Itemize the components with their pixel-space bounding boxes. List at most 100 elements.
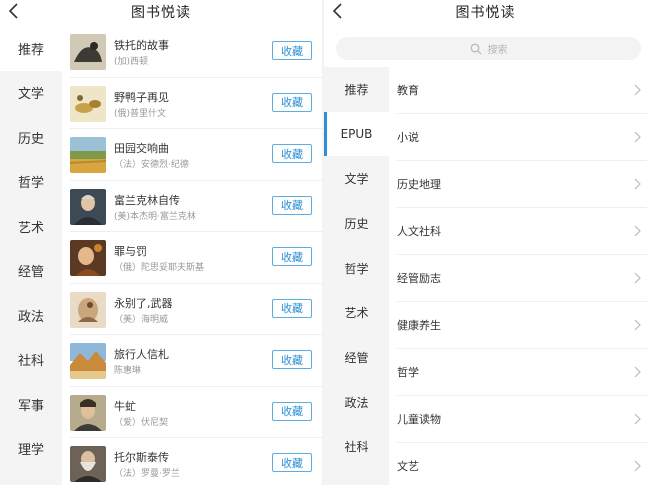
favorite-button[interactable]: 收藏 (272, 453, 312, 472)
subcategory-label: 文艺 (397, 460, 419, 473)
favorite-button[interactable]: 收藏 (272, 401, 312, 421)
book-title: 牛虻 (114, 399, 136, 413)
chevron-right-icon (633, 366, 641, 378)
search-input[interactable]: 搜索 (336, 37, 641, 60)
book-author: （爱）伏尼契 (114, 417, 169, 428)
cover-arms-icon (70, 291, 106, 328)
subcategory-label: 哲学 (397, 366, 419, 379)
cover-gadfly-icon (70, 394, 106, 431)
subcategory-label: 经管励志 (397, 272, 441, 285)
book-reading-recommend-screen: 图书悦读 推荐 文学 历史 哲学 艺术 经管 政法 社科 军事 理学 铁托的故事… (0, 0, 322, 485)
subcategory-label: 历史地理 (397, 178, 441, 191)
book-author: （俄）陀思妥耶夫斯基 (114, 263, 205, 273)
search-placeholder: 搜索 (487, 45, 508, 56)
sidebar-item-art[interactable]: 艺术 (0, 204, 62, 249)
list-item[interactable]: 旅行人信札 陈惠琳 收藏 (70, 335, 322, 387)
list-item[interactable]: 田园交响曲 （法）安德烈·纪德 收藏 (70, 129, 322, 181)
cover-field-icon (70, 137, 106, 173)
sidebar-item-economics[interactable]: 经管 (324, 335, 389, 380)
chevron-right-icon (633, 319, 641, 331)
list-item[interactable]: 罪与罚 （俄）陀思妥耶夫斯基 收藏 (70, 232, 322, 284)
book-author: （美）海明威 (114, 314, 169, 325)
subcategory-item[interactable]: 哲学 (397, 349, 647, 396)
cover-franklin-icon (70, 188, 106, 225)
sidebar-item-history[interactable]: 历史 (324, 201, 389, 246)
list-item[interactable]: 野鸭子再见 (俄)普里什文 收藏 (70, 78, 322, 129)
chevron-right-icon (633, 178, 641, 190)
book-author: （法）罗曼·罗兰 (114, 469, 180, 479)
book-reading-epub-screen: 图书悦读 搜索 推荐 EPUB 文学 历史 哲学 艺术 经管 政法 社科 教育 … (324, 0, 647, 485)
sidebar-item-politics-law[interactable]: 政法 (324, 380, 389, 425)
favorite-button[interactable]: 收藏 (272, 144, 312, 163)
subcategory-label: 健康养生 (397, 319, 441, 332)
subcategory-item[interactable]: 人文社科 (397, 208, 647, 255)
subcategory-item[interactable]: 历史地理 (397, 161, 647, 208)
book-title: 田园交响曲 (114, 142, 169, 155)
favorite-button[interactable]: 收藏 (272, 195, 312, 215)
list-item[interactable]: 富兰克林自传 (美)本杰明·富兰克林 收藏 (70, 181, 322, 232)
page-title: 图书悦读 (131, 5, 191, 21)
book-title: 富兰克林自传 (114, 193, 180, 207)
subcategory-item[interactable]: 儿童读物 (397, 396, 647, 443)
page-title: 图书悦读 (455, 5, 516, 21)
sidebar-item-philosophy[interactable]: 哲学 (0, 160, 62, 205)
cover-crime-icon (70, 240, 106, 276)
book-title: 罪与罚 (114, 245, 147, 258)
category-sidebar: 推荐 文学 历史 哲学 艺术 经管 政法 社科 军事 理学 (0, 26, 62, 485)
subcategory-label: 人文社科 (397, 225, 441, 238)
subcategory-item[interactable]: 教育 (397, 67, 647, 114)
list-item[interactable]: 永别了,武器 （美）海明威 收藏 (70, 284, 322, 335)
subcategory-list: 教育 小说 历史地理 人文社科 经管励志 健康养生 哲学 儿童读物 文艺 (389, 67, 647, 485)
subcategory-item[interactable]: 小说 (397, 114, 647, 161)
favorite-button[interactable]: 收藏 (272, 92, 312, 112)
subcategory-item[interactable]: 文艺 (397, 443, 647, 485)
sidebar-item-recommend[interactable]: 推荐 (324, 67, 389, 112)
sidebar-item-science[interactable]: 理学 (0, 427, 62, 472)
book-title: 托尔斯泰传 (114, 451, 169, 464)
book-author: (加)西顿 (114, 57, 149, 67)
subcategory-label: 教育 (397, 84, 419, 97)
chevron-right-icon (633, 131, 641, 143)
book-author: 陈惠琳 (114, 366, 142, 376)
subcategory-item[interactable]: 健康养生 (397, 302, 647, 349)
sidebar-item-social-science[interactable]: 社科 (0, 338, 62, 383)
sidebar-item-social-science[interactable]: 社科 (324, 425, 389, 470)
chevron-right-icon (633, 225, 641, 237)
subcategory-label: 小说 (397, 131, 419, 144)
book-author: (俄)普里什文 (114, 108, 167, 119)
sidebar-item-economics[interactable]: 经管 (0, 249, 62, 294)
book-list: 铁托的故事 (加)西顿 收藏 野鸭子再见 (俄)普里什文 收藏 田园交响曲 （法… (62, 26, 322, 485)
cover-tolstoy-icon (70, 446, 106, 482)
list-item[interactable]: 牛虻 （爱）伏尼契 收藏 (70, 387, 322, 438)
sidebar-item-literature[interactable]: 文学 (324, 156, 389, 201)
chevron-right-icon (633, 413, 641, 425)
sidebar-item-history[interactable]: 历史 (0, 115, 62, 160)
favorite-button[interactable]: 收藏 (272, 350, 312, 369)
sidebar-item-recommend[interactable]: 推荐 (0, 26, 62, 71)
top-navbar: 图书悦读 (324, 0, 647, 24)
sidebar-item-military[interactable]: 军事 (0, 382, 62, 427)
subcategory-label: 儿童读物 (397, 413, 441, 426)
cover-duck-icon (70, 85, 106, 122)
sidebar-item-art[interactable]: 艺术 (324, 290, 389, 335)
book-title: 旅行人信札 (114, 348, 169, 361)
cover-tito-icon (70, 34, 106, 70)
favorite-button[interactable]: 收藏 (272, 41, 312, 60)
list-item[interactable]: 托尔斯泰传 （法）罗曼·罗兰 收藏 (70, 438, 322, 485)
book-author: (美)本杰明·富兰克林 (114, 211, 196, 222)
list-item[interactable]: 铁托的故事 (加)西顿 收藏 (70, 26, 322, 78)
search-icon (470, 43, 481, 54)
sidebar-item-epub[interactable]: EPUB (324, 111, 389, 157)
chevron-right-icon (633, 84, 641, 96)
sidebar-item-politics-law[interactable]: 政法 (0, 293, 62, 338)
favorite-button[interactable]: 收藏 (272, 298, 312, 318)
cover-travel-icon (70, 343, 106, 379)
favorite-button[interactable]: 收藏 (272, 247, 312, 266)
chevron-right-icon (633, 460, 641, 472)
book-title: 铁托的故事 (114, 39, 169, 52)
book-title: 野鸭子再见 (114, 90, 169, 104)
sidebar-item-literature[interactable]: 文学 (0, 71, 62, 116)
sidebar-item-philosophy[interactable]: 哲学 (324, 246, 389, 291)
top-navbar: 图书悦读 (0, 0, 322, 24)
subcategory-item[interactable]: 经管励志 (397, 255, 647, 302)
